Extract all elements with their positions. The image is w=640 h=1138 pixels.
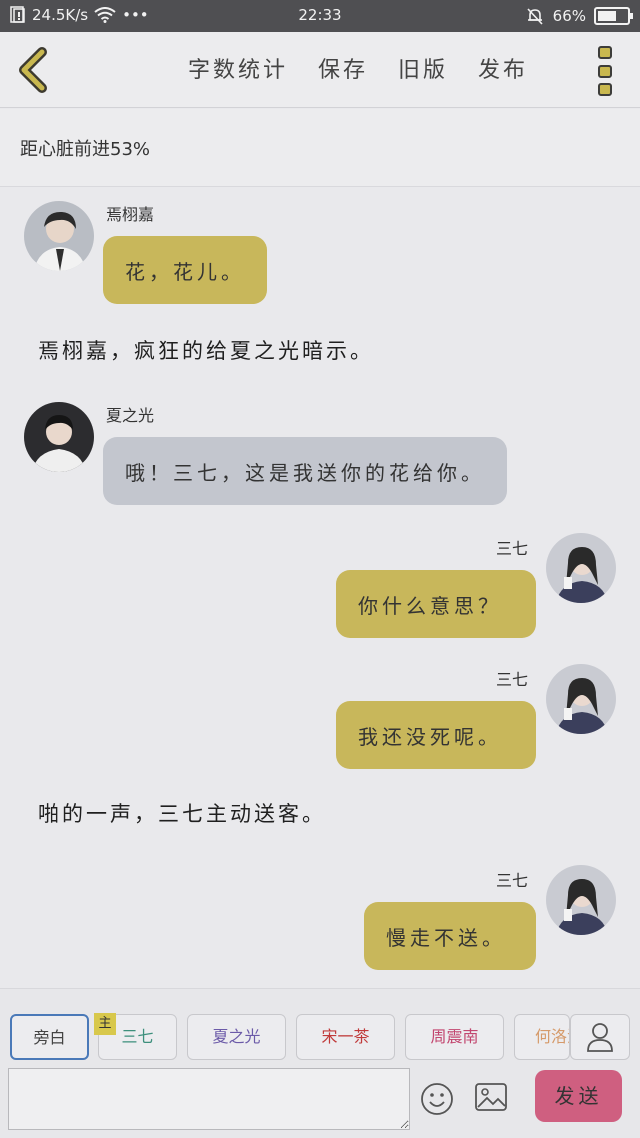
save-button[interactable]: 保存 [318, 52, 368, 84]
role-selector: 旁白 三七 主 夏之光 宋一茶 周震南 何洛洛 [0, 988, 640, 1068]
mute-bell-icon [527, 8, 543, 25]
top-bar: 字数统计 保存 旧版 发布 [0, 32, 640, 108]
battery-icon [594, 7, 633, 25]
sender-name: 夏之光 [106, 406, 155, 425]
avatar[interactable] [546, 865, 616, 935]
chevron-left-icon [19, 47, 47, 93]
more-vertical-icon[interactable] [598, 46, 614, 96]
smiley-icon [421, 1083, 453, 1115]
progress-line: 距心脏前进53% [0, 109, 640, 187]
role-chip-heluoluo[interactable]: 何洛洛 [514, 1014, 570, 1060]
progress-text: 距心脏前进53% [20, 139, 151, 160]
old-version-button[interactable]: 旧版 [398, 52, 448, 84]
sender-name: 三七 [496, 670, 529, 689]
sender-name: 三七 [496, 871, 529, 890]
battery-percent: 66% [552, 7, 586, 25]
send-button[interactable]: 发送 [535, 1070, 622, 1122]
user-button[interactable] [570, 1014, 630, 1060]
narration-text[interactable]: 啪的一声，三七主动送客。 [38, 798, 326, 828]
back-button[interactable] [14, 46, 54, 94]
narration-text[interactable]: 焉栩嘉，疯狂的给夏之光暗示。 [38, 335, 374, 365]
battery-fill [598, 11, 617, 21]
top-actions: 字数统计 保存 旧版 发布 [188, 52, 528, 84]
message-bubble[interactable]: 你什么意思？ [336, 570, 536, 638]
image-button[interactable] [474, 1082, 508, 1112]
avatar[interactable] [24, 402, 94, 472]
role-chip-songyicha[interactable]: 宋一茶 [296, 1014, 395, 1060]
avatar[interactable] [546, 533, 616, 603]
sender-name: 三七 [496, 539, 529, 558]
avatar[interactable] [546, 664, 616, 734]
role-chip-narrator[interactable]: 旁白 [10, 1014, 89, 1060]
emoji-button[interactable] [420, 1082, 454, 1116]
role-chip-zhouzhennan[interactable]: 周震南 [405, 1014, 504, 1060]
chat-area[interactable]: 焉栩嘉 花，花儿。 焉栩嘉，疯狂的给夏之光暗示。 夏之光 哦！三七，这是我送你的… [0, 188, 640, 988]
avatar[interactable] [24, 201, 94, 271]
main-role-badge: 主 [94, 1013, 116, 1035]
sender-name: 焉栩嘉 [106, 205, 155, 224]
input-row: 发送 [0, 1068, 640, 1138]
user-icon [587, 1023, 613, 1052]
status-bar: 24.5K/s ••• 22:33 66% [0, 0, 640, 32]
message-bubble[interactable]: 花，花儿。 [103, 236, 267, 304]
message-bubble[interactable]: 慢走不送。 [364, 902, 536, 970]
publish-button[interactable]: 发布 [478, 52, 528, 84]
message-input[interactable] [8, 1068, 410, 1130]
word-count-button[interactable]: 字数统计 [188, 52, 288, 84]
status-right: 66% [525, 6, 633, 26]
message-bubble[interactable]: 我还没死呢。 [336, 701, 536, 769]
image-icon [475, 1083, 507, 1111]
message-bubble[interactable]: 哦！三七，这是我送你的花给你。 [103, 437, 507, 505]
role-chip-xiazhiguang[interactable]: 夏之光 [187, 1014, 286, 1060]
